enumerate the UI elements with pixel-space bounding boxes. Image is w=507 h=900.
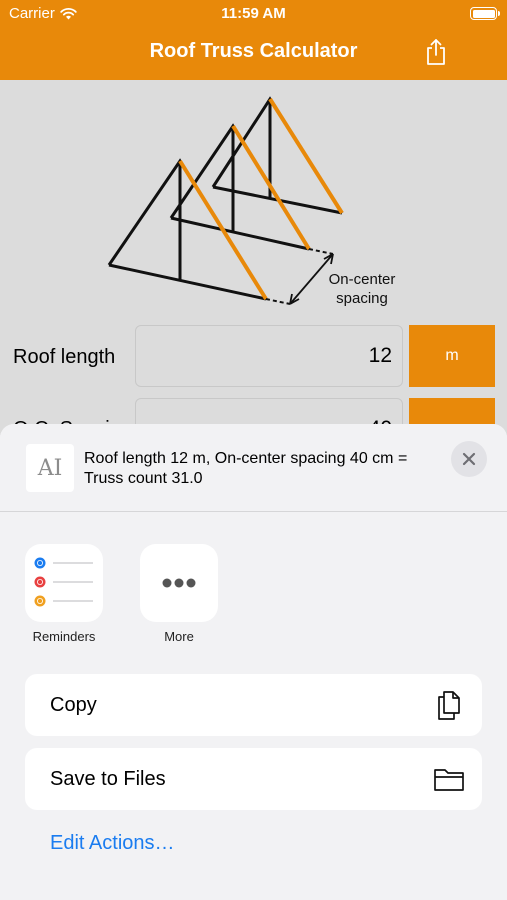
spacing-label-line1: On-center [329, 271, 396, 288]
save-to-files-action[interactable]: Save to Files [25, 748, 482, 810]
edit-actions-link[interactable]: Edit Actions… [50, 832, 175, 855]
roof-length-input[interactable]: 12 [135, 325, 403, 387]
close-button[interactable] [451, 441, 487, 477]
share-icon[interactable] [423, 38, 449, 66]
copy-icon [438, 691, 460, 720]
reminders-icon [34, 557, 93, 607]
truss-diagram: On-center spacing [107, 96, 396, 307]
more-icon [162, 578, 196, 588]
text-document-icon: AI [26, 444, 74, 492]
share-sheet-header: AI Roof length 12 m, On-center spacing 4… [0, 424, 507, 512]
text-document-glyph: AI [37, 455, 63, 481]
roof-length-label: Roof length [13, 346, 116, 368]
reminders-app-label: Reminders [32, 629, 96, 644]
copy-action[interactable]: Copy [25, 674, 482, 736]
save-to-files-label: Save to Files [50, 768, 166, 790]
more-app-tile[interactable] [140, 544, 218, 622]
close-icon [462, 452, 476, 466]
share-preview-text: Roof length 12 m, On-center spacing 40 c… [84, 450, 408, 487]
folder-icon [434, 769, 464, 791]
battery-icon [470, 7, 500, 20]
copy-action-label: Copy [50, 694, 97, 716]
status-bar: Carrier 11:59 AM [0, 0, 507, 28]
share-sheet: AI Roof length 12 m, On-center spacing 4… [0, 424, 507, 900]
status-time: 11:59 AM [221, 5, 286, 22]
spacing-label-line2: spacing [336, 290, 388, 307]
roof-length-unit-button[interactable]: m [409, 325, 495, 387]
more-app-label: More [164, 629, 194, 644]
reminders-app-tile[interactable] [25, 544, 103, 622]
navigation-bar: Carrier 11:59 AM Roof Truss Calculator [0, 0, 507, 80]
